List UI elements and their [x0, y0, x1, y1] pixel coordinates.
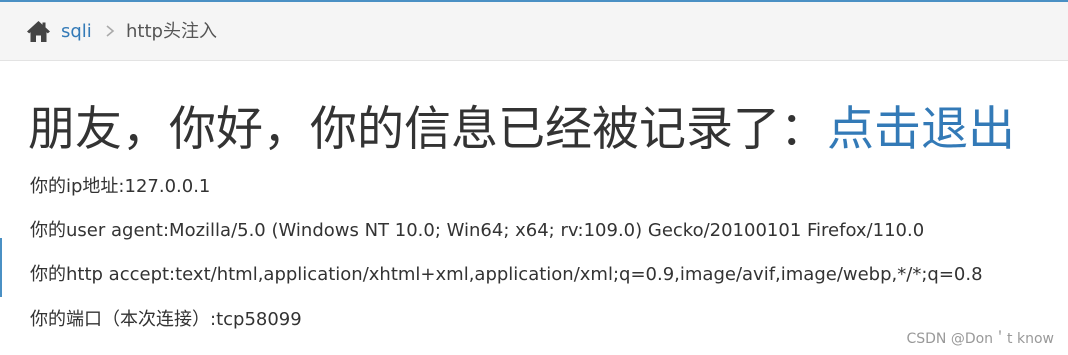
page-title: 朋友，你好，你的信息已经被记录了：点击退出	[28, 98, 1015, 162]
user-agent-info: 你的user agent:Mozilla/5.0 (Windows NT 10.…	[30, 220, 925, 241]
left-accent-bar	[0, 238, 2, 297]
http-accept-info: 你的http accept:text/html,application/xhtm…	[30, 264, 983, 285]
chevron-right-icon	[106, 25, 115, 37]
home-icon[interactable]	[26, 20, 51, 43]
breadcrumb: sqli http头注入	[0, 2, 1068, 61]
breadcrumb-current: http头注入	[126, 21, 217, 42]
logout-link[interactable]: 点击退出	[827, 102, 1015, 157]
page-title-text: 朋友，你好，你的信息已经被记录了：	[28, 102, 827, 157]
breadcrumb-link-sqli[interactable]: sqli	[61, 20, 92, 44]
watermark: CSDN @Don＇t know	[906, 331, 1054, 347]
ip-address-info: 你的ip地址:127.0.0.1	[30, 176, 211, 197]
port-info: 你的端口（本次连接）:tcp58099	[30, 309, 302, 330]
